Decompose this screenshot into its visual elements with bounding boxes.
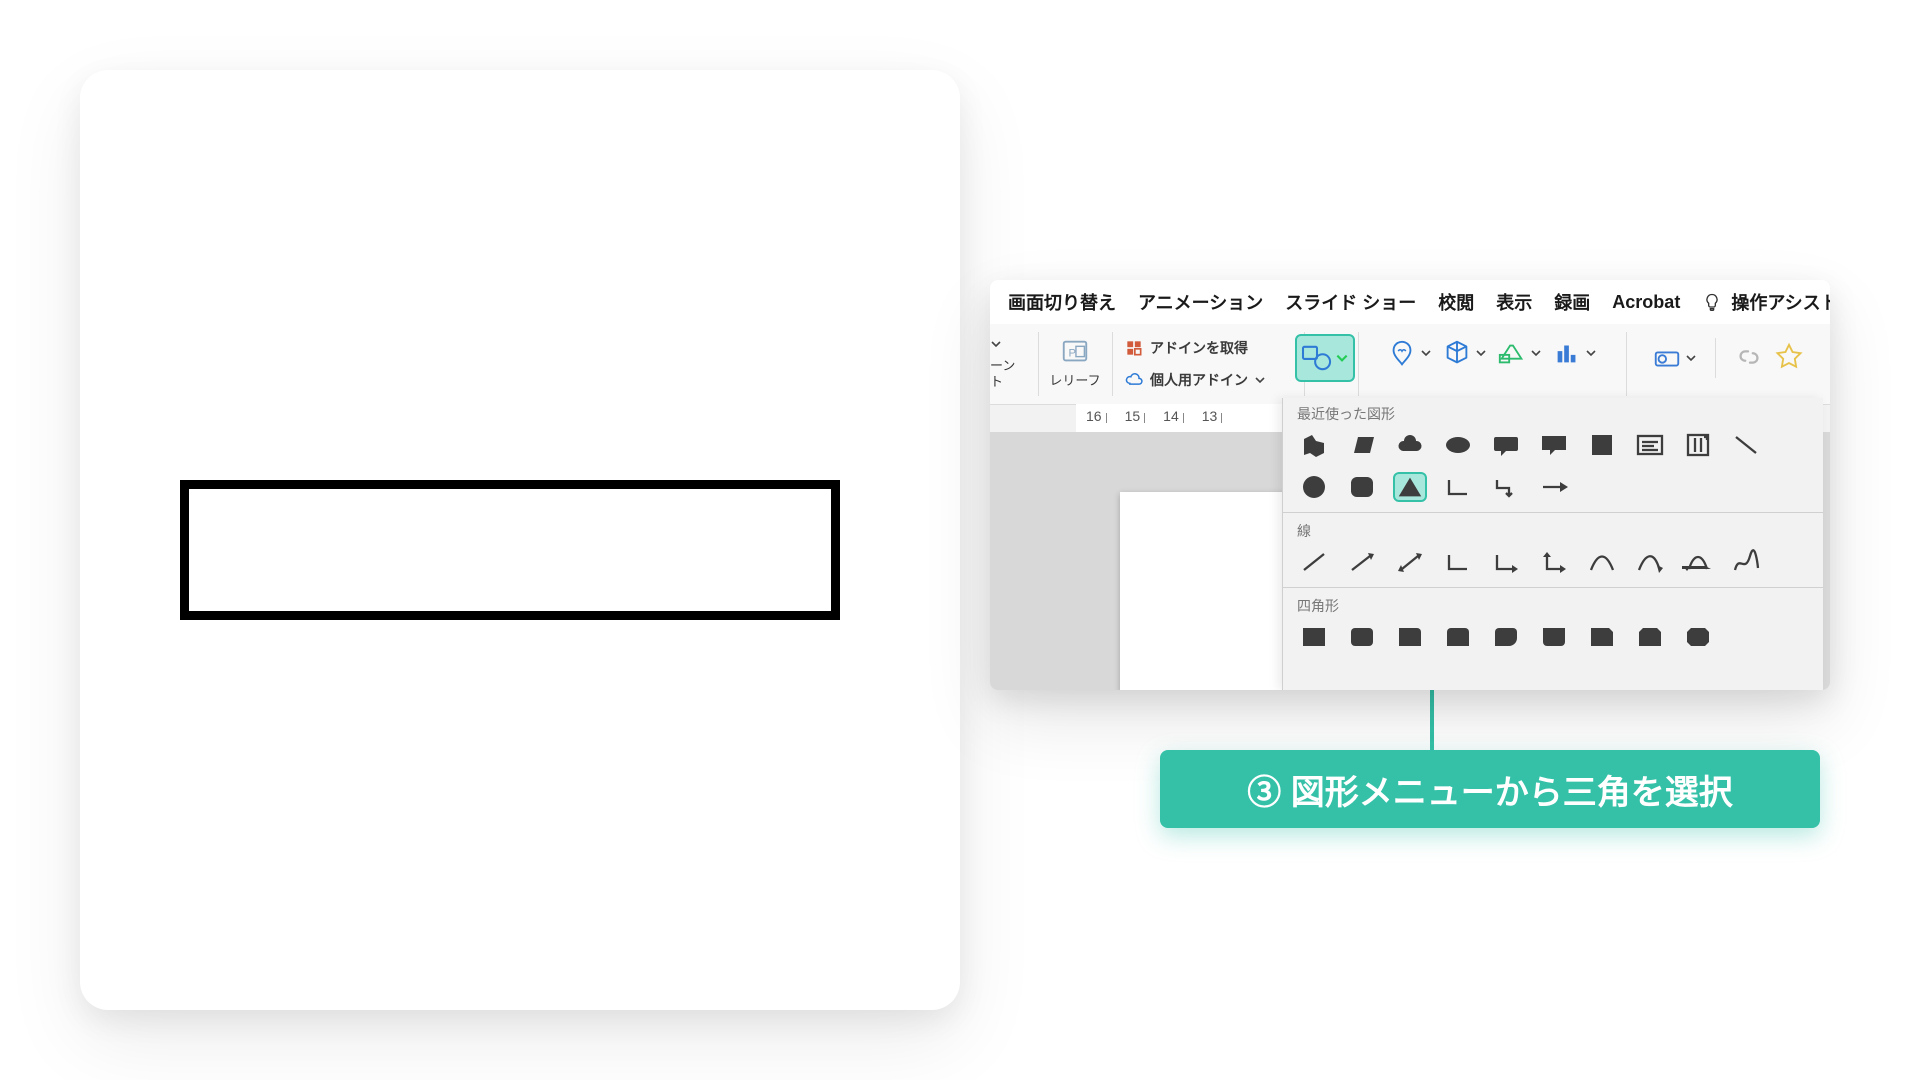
- rect-1-icon[interactable]: [1297, 622, 1331, 652]
- horizontal-ruler: 16 15 14 13: [1076, 404, 1294, 433]
- line-diag-icon[interactable]: [1297, 547, 1331, 577]
- shapes-section-recent-label: 最近使った図形: [1283, 398, 1823, 426]
- store-icon: [1124, 338, 1144, 358]
- shape-triangle-icon[interactable]: [1393, 472, 1427, 502]
- chevron-down-icon: [1254, 374, 1266, 386]
- shape-freeform-icon[interactable]: [1297, 430, 1331, 460]
- shape-rounded-square-icon[interactable]: [1345, 472, 1379, 502]
- truncated-text-2: ト: [990, 374, 1003, 390]
- shape-circle-icon[interactable]: [1297, 472, 1331, 502]
- action-button[interactable]: [1774, 342, 1804, 375]
- line-elbow-arrow-icon[interactable]: [1489, 547, 1523, 577]
- tab-record[interactable]: 録画: [1554, 289, 1590, 315]
- instruction-callout-text: ③ 図形メニューから三角を選択: [1247, 765, 1732, 814]
- svg-text:P: P: [1068, 348, 1076, 360]
- rect-5-icon[interactable]: [1489, 622, 1523, 652]
- line-curve-double-icon[interactable]: [1681, 547, 1715, 577]
- shape-parallelogram-icon[interactable]: [1345, 430, 1379, 460]
- line-arrow-single-icon[interactable]: [1345, 547, 1379, 577]
- lightbulb-icon: [1702, 292, 1722, 312]
- line-curve-icon[interactable]: [1585, 547, 1619, 577]
- rect-4-icon[interactable]: [1441, 622, 1475, 652]
- relief-icon[interactable]: P: [1060, 336, 1090, 366]
- tab-assist[interactable]: 操作アシスト: [1702, 289, 1830, 315]
- personal-addins-label: 個人用アドイン: [1150, 370, 1248, 390]
- shape-speech-rect-icon[interactable]: [1537, 430, 1571, 460]
- shape-connector-step-icon[interactable]: [1489, 472, 1523, 502]
- ruler-tick-16: 16: [1086, 408, 1102, 424]
- rect-3-icon[interactable]: [1393, 622, 1427, 652]
- ruler-tick-15: 15: [1125, 408, 1141, 424]
- threed-models-button[interactable]: [1442, 338, 1487, 368]
- shapes-rects-row: [1283, 618, 1823, 660]
- link-button[interactable]: [1734, 342, 1764, 375]
- shape-arrow-right-icon[interactable]: [1537, 472, 1571, 502]
- line-elbow-icon[interactable]: [1441, 547, 1475, 577]
- shape-vertical-text-icon[interactable]: [1681, 430, 1715, 460]
- shapes-lines-row: [1283, 543, 1823, 585]
- shape-line-diag-icon[interactable]: [1729, 430, 1763, 460]
- shape-textbox-icon[interactable]: [1633, 430, 1667, 460]
- rect-2-icon[interactable]: [1345, 622, 1379, 652]
- get-addins-button[interactable]: アドインを取得: [1124, 332, 1248, 364]
- line-curve-arrow-icon[interactable]: [1633, 547, 1667, 577]
- ribbon-group-smartart: [1358, 332, 1627, 396]
- cameo-button[interactable]: [1652, 343, 1697, 373]
- shapes-section-rects-label: 四角形: [1283, 590, 1823, 618]
- tab-view[interactable]: 表示: [1496, 289, 1532, 315]
- line-freeform-icon[interactable]: [1729, 547, 1763, 577]
- shape-speech-rounded-icon[interactable]: [1489, 430, 1523, 460]
- get-addins-label: アドインを取得: [1150, 338, 1248, 358]
- ribbon-group-addins: アドインを取得 個人用アドイン: [1112, 332, 1305, 396]
- powerpoint-panel: 画面切り替え アニメーション スライド ショー 校閲 表示 録画 Acrobat…: [990, 280, 1830, 690]
- shapes-recent-row-2: [1283, 468, 1823, 510]
- shape-cloud-icon[interactable]: [1393, 430, 1427, 460]
- rect-7-icon[interactable]: [1585, 622, 1619, 652]
- shape-connector-square-icon[interactable]: [1441, 472, 1475, 502]
- tab-transition[interactable]: 画面切り替え: [1008, 289, 1116, 315]
- shape-square-icon[interactable]: [1585, 430, 1619, 460]
- ribbon-area: ーン ト P レリーフ アドインを取得: [990, 324, 1830, 405]
- shapes-recent-row-1: [1283, 426, 1823, 468]
- smartart-button[interactable]: [1497, 338, 1542, 368]
- ribbon-group-relief: P レリーフ: [1038, 332, 1113, 396]
- ruler-tick-13: 13: [1202, 408, 1218, 424]
- ribbon-group-shapes: [1292, 332, 1359, 396]
- shapes-dropdown-panel: 最近使った図形 線: [1282, 398, 1823, 690]
- line-arrow-double-icon[interactable]: [1393, 547, 1427, 577]
- tab-review[interactable]: 校閲: [1438, 289, 1474, 315]
- personal-addins-button[interactable]: 個人用アドイン: [1124, 364, 1266, 396]
- tab-assist-label: 操作アシスト: [1731, 293, 1830, 313]
- chevron-down-icon: [1335, 351, 1349, 365]
- chart-button[interactable]: [1552, 338, 1597, 368]
- instruction-callout: ③ 図形メニューから三角を選択: [1160, 750, 1820, 828]
- relief-label: レリーフ: [1049, 370, 1100, 389]
- ribbon-group-truncated-left: ーン ト: [990, 332, 1039, 396]
- cloud-person-icon: [1124, 370, 1144, 390]
- left-preview-card: [80, 70, 960, 1010]
- rect-8-icon[interactable]: [1633, 622, 1667, 652]
- rect-9-icon[interactable]: [1681, 622, 1715, 652]
- icons-button[interactable]: [1387, 338, 1432, 368]
- black-rectangle-shape: [180, 480, 840, 620]
- ribbon-group-right: [1626, 332, 1830, 396]
- tab-acrobat[interactable]: Acrobat: [1612, 292, 1680, 313]
- truncated-text-1: ーン: [990, 358, 1015, 374]
- ribbon-tab-strip: 画面切り替え アニメーション スライド ショー 校閲 表示 録画 Acrobat…: [990, 280, 1830, 325]
- tab-animation[interactable]: アニメーション: [1138, 289, 1263, 315]
- shape-oval-icon[interactable]: [1441, 430, 1475, 460]
- line-elbow-double-icon[interactable]: [1537, 547, 1571, 577]
- ruler-tick-14: 14: [1163, 408, 1179, 424]
- shapes-dropdown-button[interactable]: [1295, 334, 1355, 382]
- shapes-section-lines-label: 線: [1283, 515, 1823, 543]
- chevron-down-icon[interactable]: [990, 338, 1002, 350]
- rect-6-icon[interactable]: [1537, 622, 1571, 652]
- tab-slideshow[interactable]: スライド ショー: [1285, 289, 1416, 315]
